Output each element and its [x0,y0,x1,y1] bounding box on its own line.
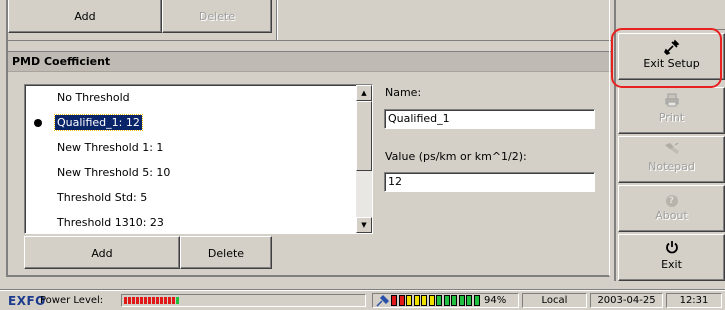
arrow-down-icon: ▼ [361,221,367,229]
threshold-item-label: Qualified_1: 12 [54,114,143,131]
battery-segment [398,295,405,306]
mode-indicator: Local [522,293,587,308]
date-display: 2003-04-25 [590,293,663,308]
threshold-list-item[interactable]: New Threshold 1: 1 [25,135,358,160]
battery-segment [451,295,457,306]
power-level-segment [144,297,147,304]
pmd-delete-button[interactable]: Delete [180,236,272,269]
battery-segment [428,295,435,306]
power-level-segment [164,297,167,304]
top-add-button[interactable]: Add [8,0,162,33]
printer-icon [619,93,724,109]
side-menu-top [618,0,725,30]
battery-segment [443,295,450,306]
name-input[interactable]: Qualified_1 [384,109,595,129]
arrow-up-icon: ▲ [361,89,367,97]
top-delete-button[interactable]: Delete [162,0,272,33]
value-input[interactable]: 12 [384,172,595,192]
power-level-meter [121,294,366,307]
time-display: 12:31 [666,293,722,308]
tools-icon [619,39,724,55]
threshold-item-label: New Threshold 1: 1 [57,141,164,154]
battery-percent: 94% [484,295,507,306]
battery-segment [391,295,397,306]
threshold-list: No Threshold Qualified_1: 12 New Threshold… [25,85,358,233]
print-label: Print [658,111,685,124]
power-level-segment [128,297,131,304]
power-level-segment [160,297,163,304]
about-button[interactable]: ? About [618,185,725,232]
power-level-segment [132,297,135,304]
pmd-group-title: PMD Coefficient [8,52,612,72]
battery-segment [466,295,472,306]
battery-indicator: 94% [372,293,519,308]
battery-segment [473,295,480,306]
top-divider [276,0,278,40]
power-level-label: Power Level: [40,295,104,306]
threshold-item-label: Threshold 1310: 23 [57,216,164,229]
about-icon: ? [665,195,678,207]
power-level-segment [172,297,175,304]
plug-icon [376,294,390,310]
power-level-segment [168,297,171,304]
print-button[interactable]: Print [618,87,725,134]
value-label: Value (ps/km or km^1/2): [385,150,527,163]
threshold-list-item[interactable]: New Threshold 5: 10 [25,160,358,185]
threshold-listbox[interactable]: No Threshold Qualified_1: 12 New Threshold… [24,84,373,234]
threshold-list-item[interactable]: No Threshold [25,85,358,110]
battery-segment [413,295,420,306]
threshold-item-label: New Threshold 5: 10 [57,166,171,179]
power-level-segment [156,297,159,304]
power-level-segment [152,297,155,304]
scroll-thumb[interactable] [356,101,372,171]
notepad-icon [619,142,724,158]
power-level-segment [140,297,143,304]
battery-segment [458,295,465,306]
pmd-coefficient-group: PMD Coefficient No Threshold Qualified_1:… [8,51,612,275]
threshold-item-label: No Threshold [57,91,130,104]
power-level-segment [136,297,139,304]
exit-label: Exit [661,258,682,271]
side-menu: Exit Setup Print Notepad ? About Exit [618,0,725,290]
threshold-list-item[interactable]: Threshold 1310: 23 [25,210,358,233]
power-icon [619,240,724,256]
status-bar: EXFO Power Level: 94% Local 2003-04-25 1… [0,289,725,310]
listbox-scrollbar[interactable]: ▲ ▼ [356,85,372,233]
battery-segment [406,295,412,306]
exit-setup-button[interactable]: Exit Setup [618,33,725,80]
battery-segment [436,295,442,306]
notepad-label: Notepad [648,160,695,173]
notepad-button[interactable]: Notepad [618,136,725,183]
scroll-down-button[interactable]: ▼ [356,217,372,233]
exit-button[interactable]: Exit [618,234,725,281]
scroll-up-button[interactable]: ▲ [356,85,372,101]
threshold-item-label: Threshold Std: 5 [57,191,148,204]
threshold-list-item[interactable]: Threshold Std: 5 [25,185,358,210]
power-level-segment [124,297,127,304]
pmd-add-button[interactable]: Add [24,236,180,269]
selected-bullet-icon [34,119,42,127]
power-level-segment [148,297,151,304]
threshold-list-item[interactable]: Qualified_1: 12 [25,110,358,135]
main-panel: Add Delete PMD Coefficient No Threshold Q… [0,0,616,281]
name-label: Name: [385,86,422,99]
battery-segment [421,295,427,306]
top-threshold-group: Add Delete [8,0,612,41]
power-level-segment [176,297,179,304]
exit-setup-label: Exit Setup [643,57,700,70]
about-label: About [655,209,688,222]
